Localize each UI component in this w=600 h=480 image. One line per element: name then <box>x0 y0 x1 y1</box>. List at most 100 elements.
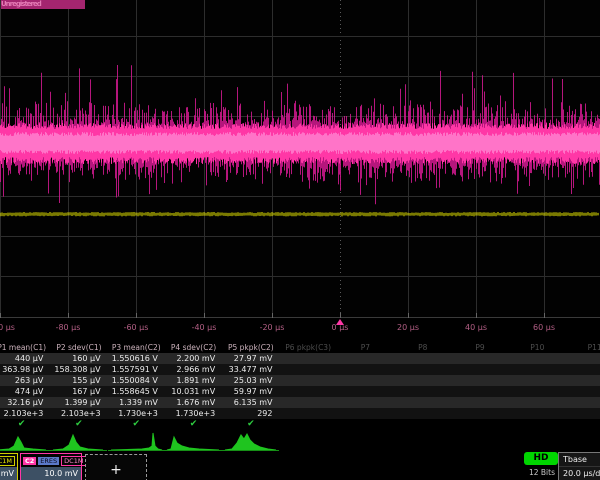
measure-value-P4-r5: 1.676 mV <box>165 397 222 408</box>
measure-column-P4: P4 sdev(C2)2.200 mV2.966 mV1.891 mV10.03… <box>165 342 222 430</box>
measure-status-P7 <box>337 419 394 430</box>
time-tick-label: -40 µs <box>192 323 217 332</box>
measure-status-P6 <box>279 419 336 430</box>
measure-value-P11-r4 <box>566 386 600 397</box>
measure-value-P8-r3 <box>394 375 451 386</box>
measure-value-P1-r1: 440 µV <box>0 353 50 364</box>
measure-value-P4-r6: 1.730e+3 <box>165 408 222 419</box>
measure-value-P7-r3 <box>337 375 394 386</box>
measure-value-P6-r2 <box>279 364 336 375</box>
oscilloscope-screen: Unregistered -100 µs-80 µs-60 µs-40 µs-2… <box>0 0 600 480</box>
measure-column-P3: P3 mean(C2)1.550616 V1.557591 V1.550084 … <box>108 342 165 430</box>
time-tick-label: 20 µs <box>397 323 419 332</box>
measure-status-P8 <box>394 419 451 430</box>
measure-header-P11[interactable]: P11 <box>566 342 600 353</box>
measure-value-P8-r2 <box>394 364 451 375</box>
measure-header-P3[interactable]: P3 mean(C2) <box>108 342 165 353</box>
measure-value-P5-r6: 292 <box>222 408 279 419</box>
measure-column-P8: P8 <box>394 342 451 430</box>
measure-column-P6: P6 pkpk(C3) <box>279 342 336 430</box>
measure-value-P3-r5: 1.339 mV <box>108 397 165 408</box>
measure-value-P5-r3: 25.03 mV <box>222 375 279 386</box>
measure-value-P2-r3: 155 µV <box>50 375 107 386</box>
channel-descriptor-c1[interactable]: DC1M 10.0 mV <box>0 453 18 480</box>
measure-value-P10-r2 <box>509 364 566 375</box>
measure-header-P10[interactable]: P10 <box>509 342 566 353</box>
measure-status-P11 <box>566 419 600 430</box>
measure-value-P7-r4 <box>337 386 394 397</box>
measure-value-P2-r2: 158.308 µV <box>50 364 107 375</box>
measure-header-P5[interactable]: P5 pkpk(C2) <box>222 342 279 353</box>
c2-eres-badge: ERES <box>38 457 59 465</box>
measure-value-P6-r4 <box>279 386 336 397</box>
channel-descriptor-c2[interactable]: C2 ERES DC1M 10.0 mV <box>20 453 82 480</box>
measure-value-P1-r5: 32.16 µV <box>0 397 50 408</box>
time-tick-label: 60 µs <box>533 323 555 332</box>
measure-value-P10-r5 <box>509 397 566 408</box>
measure-header-P8[interactable]: P8 <box>394 342 451 353</box>
measure-value-P5-r4: 59.97 mV <box>222 386 279 397</box>
measure-header-P2[interactable]: P2 sdev(C1) <box>50 342 107 353</box>
time-tick-label: -20 µs <box>260 323 285 332</box>
measure-value-P9-r2 <box>451 364 508 375</box>
measure-header-P9[interactable]: P9 <box>451 342 508 353</box>
measure-header-P7[interactable]: P7 <box>337 342 394 353</box>
c2-scale-value: 10.0 mV <box>21 467 81 480</box>
measure-value-P5-r5: 6.135 mV <box>222 397 279 408</box>
measure-column-P1: P1 mean(C1)440 µV363.98 µV263 µV474 µV32… <box>0 342 50 430</box>
c2-coupling-badge: DC1M <box>61 456 86 466</box>
measure-value-P6-r1 <box>279 353 336 364</box>
measure-value-P10-r6 <box>509 408 566 419</box>
histicon-P2 <box>50 430 107 453</box>
measure-value-P8-r5 <box>394 397 451 408</box>
measure-column-P2: P2 sdev(C1)160 µV158.308 µV155 µV167 µV1… <box>50 342 107 430</box>
timebase-scale-value: 20.0 µs/div <box>559 467 600 480</box>
measure-column-P5: P5 pkpk(C2)27.97 mV33.477 mV25.03 mV59.9… <box>222 342 279 430</box>
measure-value-P5-r1: 27.97 mV <box>222 353 279 364</box>
measure-value-P9-r6 <box>451 408 508 419</box>
waveform-display[interactable]: Unregistered <box>0 0 600 318</box>
measure-status-P1: ✔ <box>0 419 50 430</box>
measure-value-P1-r3: 263 µV <box>0 375 50 386</box>
measure-value-P7-r6 <box>337 408 394 419</box>
add-trace-button[interactable]: + <box>85 454 147 480</box>
measure-status-P4: ✔ <box>165 419 222 430</box>
c1-coupling-badge: DC1M <box>0 456 15 466</box>
histicon-P3 <box>108 430 165 453</box>
measure-value-P2-r5: 1.399 µV <box>50 397 107 408</box>
measure-value-P11-r6 <box>566 408 600 419</box>
measure-value-P2-r1: 160 µV <box>50 353 107 364</box>
measure-value-P11-r5 <box>566 397 600 408</box>
measure-header-P4[interactable]: P4 sdev(C2) <box>165 342 222 353</box>
measure-value-P9-r3 <box>451 375 508 386</box>
measure-value-P9-r1 <box>451 353 508 364</box>
hd-mode-badge[interactable]: HD <box>524 452 558 465</box>
measure-status-P10 <box>509 419 566 430</box>
measure-status-P2: ✔ <box>50 419 107 430</box>
measure-status-P5: ✔ <box>222 419 279 430</box>
trigger-time-marker[interactable] <box>336 319 344 325</box>
measure-header-P1[interactable]: P1 mean(C1) <box>0 342 50 353</box>
watermark: Unregistered <box>1 0 85 9</box>
measure-value-P11-r2 <box>566 364 600 375</box>
measure-value-P1-r6: 2.103e+3 <box>0 408 50 419</box>
histicon-P1 <box>0 430 50 453</box>
measure-value-P7-r5 <box>337 397 394 408</box>
time-tick-label: -100 µs <box>0 323 15 332</box>
measure-column-P7: P7 <box>337 342 394 430</box>
measure-status-P9 <box>451 419 508 430</box>
measure-header-P6[interactable]: P6 pkpk(C3) <box>279 342 336 353</box>
measure-value-P7-r1 <box>337 353 394 364</box>
measure-value-P10-r3 <box>509 375 566 386</box>
measure-value-P3-r3: 1.550084 V <box>108 375 165 386</box>
measure-column-P9: P9 <box>451 342 508 430</box>
measure-value-P3-r1: 1.550616 V <box>108 353 165 364</box>
measure-value-P3-r6: 1.730e+3 <box>108 408 165 419</box>
time-tick-label: 40 µs <box>465 323 487 332</box>
measure-value-P9-r5 <box>451 397 508 408</box>
measure-status-P3: ✔ <box>108 419 165 430</box>
timebase-descriptor[interactable]: Tbase 20.0 µs/div <box>558 452 600 480</box>
c1-scale-value: 10.0 mV <box>0 467 17 480</box>
measure-column-P10: P10 <box>509 342 566 430</box>
measure-value-P11-r3 <box>566 375 600 386</box>
